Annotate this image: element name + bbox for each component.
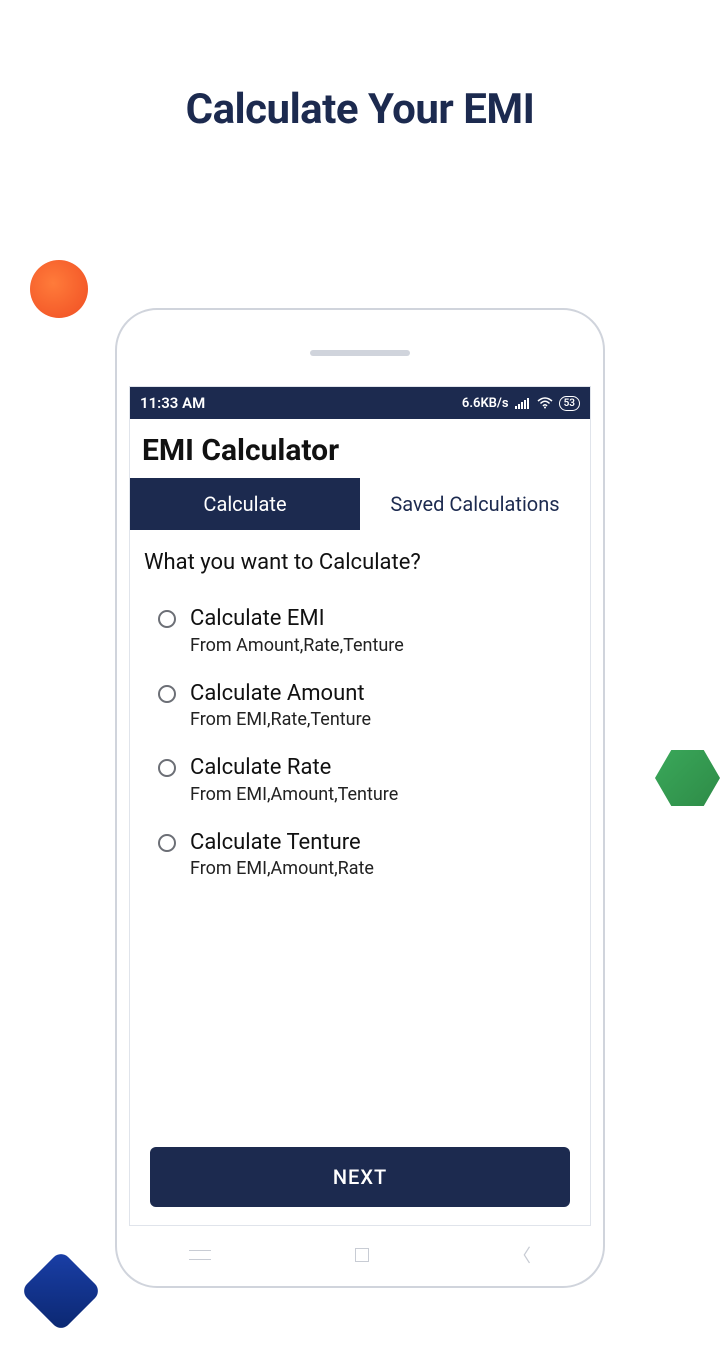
option-text: Calculate EMI From Amount,Rate,Tenture <box>190 605 404 656</box>
option-text: Calculate Tenture From EMI,Amount,Rate <box>190 829 374 880</box>
option-subtitle: From Amount,Rate,Tenture <box>190 635 404 656</box>
option-calculate-emi[interactable]: Calculate EMI From Amount,Rate,Tenture <box>144 597 576 672</box>
radio-icon <box>158 834 176 852</box>
option-subtitle: From EMI,Amount,Rate <box>190 858 374 879</box>
back-icon[interactable]: 〈 <box>513 1242 531 1268</box>
option-title: Calculate Amount <box>190 680 371 708</box>
radio-icon <box>158 685 176 703</box>
tab-saved-calculations[interactable]: Saved Calculations <box>360 478 590 530</box>
option-calculate-tenture[interactable]: Calculate Tenture From EMI,Amount,Rate <box>144 821 576 896</box>
battery-icon: 53 <box>559 396 580 411</box>
soft-buttons: 〈 <box>117 1242 603 1268</box>
option-title: Calculate Tenture <box>190 829 374 857</box>
option-title: Calculate EMI <box>190 605 404 633</box>
option-title: Calculate Rate <box>190 754 398 782</box>
status-bar: 11:33 AM 6.6KB/s 53 <box>130 387 590 419</box>
decorative-hexagon <box>655 750 720 806</box>
app-screen: 11:33 AM 6.6KB/s 53 <box>129 386 591 1226</box>
option-text: Calculate Amount From EMI,Rate,Tenture <box>190 680 371 731</box>
app-title: EMI Calculator <box>142 433 578 468</box>
status-time: 11:33 AM <box>140 394 205 412</box>
tab-calculate[interactable]: Calculate <box>130 478 360 530</box>
phone-speaker <box>310 350 410 356</box>
tabs: Calculate Saved Calculations <box>130 478 590 530</box>
option-subtitle: From EMI,Amount,Tenture <box>190 784 398 805</box>
recents-icon[interactable] <box>189 1250 211 1260</box>
wifi-icon <box>537 397 553 409</box>
option-calculate-rate[interactable]: Calculate Rate From EMI,Amount,Tenture <box>144 746 576 821</box>
status-net-speed: 6.6KB/s <box>462 396 509 411</box>
question-label: What you want to Calculate? <box>144 550 576 575</box>
app-header: EMI Calculator <box>130 419 590 478</box>
signal-icon <box>515 397 531 409</box>
option-calculate-amount[interactable]: Calculate Amount From EMI,Rate,Tenture <box>144 672 576 747</box>
phone-frame: 11:33 AM 6.6KB/s 53 <box>115 308 605 1288</box>
page-title: Calculate Your EMI <box>0 85 720 134</box>
content-area: What you want to Calculate? Calculate EM… <box>130 530 590 1225</box>
status-right: 6.6KB/s 53 <box>462 396 580 411</box>
option-text: Calculate Rate From EMI,Amount,Tenture <box>190 754 398 805</box>
decorative-circle <box>30 260 88 318</box>
radio-icon <box>158 759 176 777</box>
decorative-diamond <box>20 1250 102 1332</box>
option-subtitle: From EMI,Rate,Tenture <box>190 709 371 730</box>
radio-icon <box>158 610 176 628</box>
home-icon[interactable] <box>355 1248 369 1262</box>
next-button[interactable]: NEXT <box>150 1147 570 1207</box>
